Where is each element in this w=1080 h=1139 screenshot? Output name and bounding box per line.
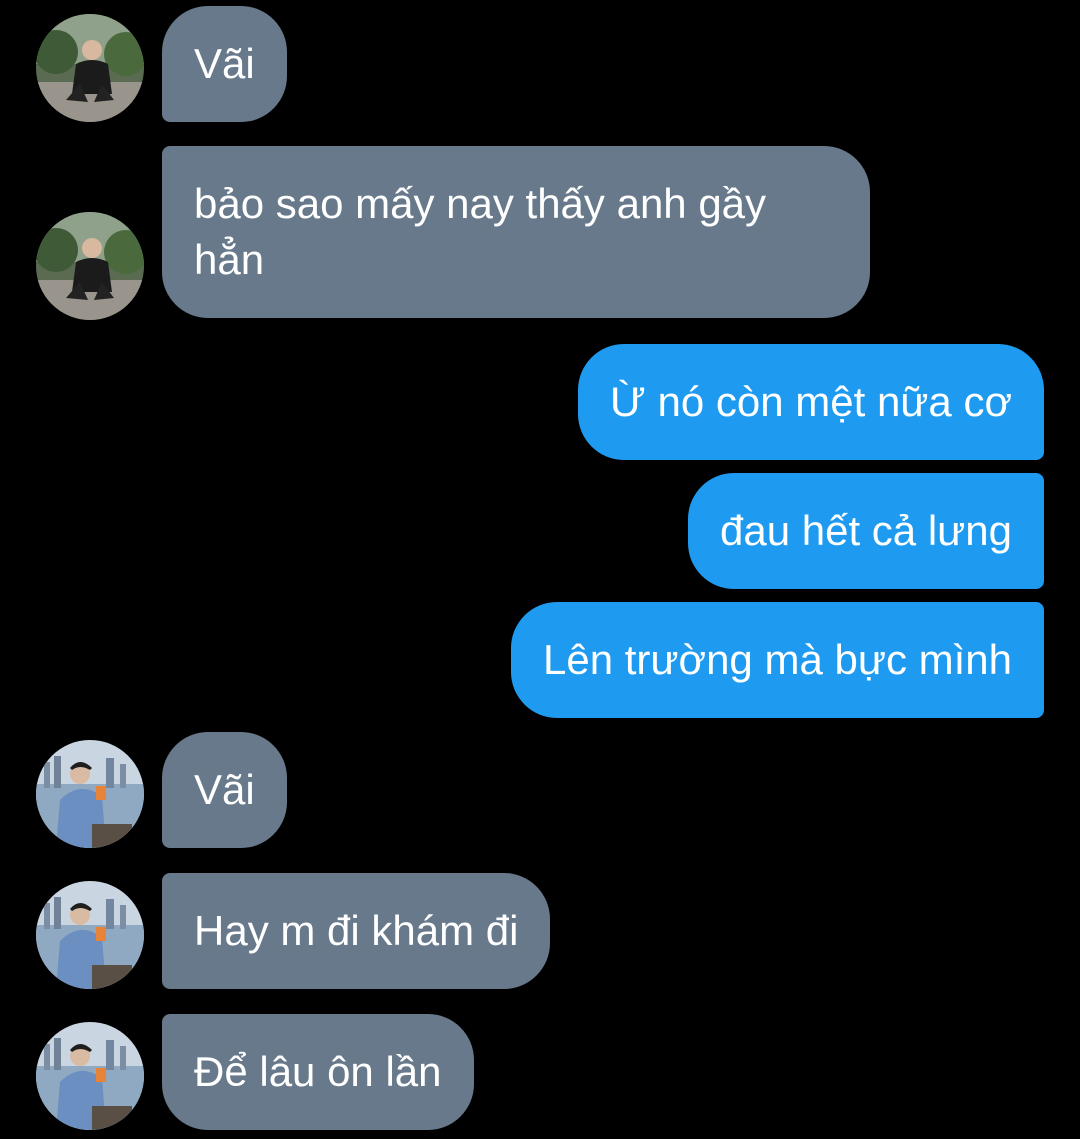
message-bubble-incoming[interactable]: Vãi bbox=[162, 732, 287, 848]
message-bubble-incoming[interactable]: Hay m đi khám đi bbox=[162, 873, 551, 989]
message-text: bảo sao mấy nay thấy anh gầy hẳn bbox=[194, 180, 767, 283]
message-text: Vãi bbox=[194, 40, 255, 87]
message-text: đau hết cả lưng bbox=[720, 507, 1012, 554]
message-bubble-outgoing[interactable]: đau hết cả lưng bbox=[688, 473, 1044, 589]
message-text: Vãi bbox=[194, 766, 255, 813]
message-bubble-outgoing[interactable]: Ừ nó còn mệt nữa cơ bbox=[577, 344, 1044, 460]
contact-avatar[interactable] bbox=[36, 740, 144, 848]
message-text: Hay m đi khám đi bbox=[194, 907, 519, 954]
message-bubble-incoming[interactable]: Để lâu ôn lần bbox=[162, 1014, 474, 1130]
message-text: Để lâu ôn lần bbox=[194, 1048, 442, 1095]
contact-avatar[interactable] bbox=[36, 881, 144, 989]
message-bubble-incoming[interactable]: Vãi bbox=[162, 6, 287, 122]
contact-avatar[interactable] bbox=[36, 14, 144, 122]
contact-avatar[interactable] bbox=[36, 1022, 144, 1130]
message-bubble-outgoing[interactable]: Lên trường mà bực mình bbox=[511, 602, 1044, 718]
contact-avatar[interactable] bbox=[36, 212, 144, 320]
message-bubble-incoming[interactable]: bảo sao mấy nay thấy anh gầy hẳn bbox=[162, 146, 870, 318]
message-text: Ừ nó còn mệt nữa cơ bbox=[609, 378, 1012, 425]
message-text: Lên trường mà bực mình bbox=[543, 636, 1012, 683]
